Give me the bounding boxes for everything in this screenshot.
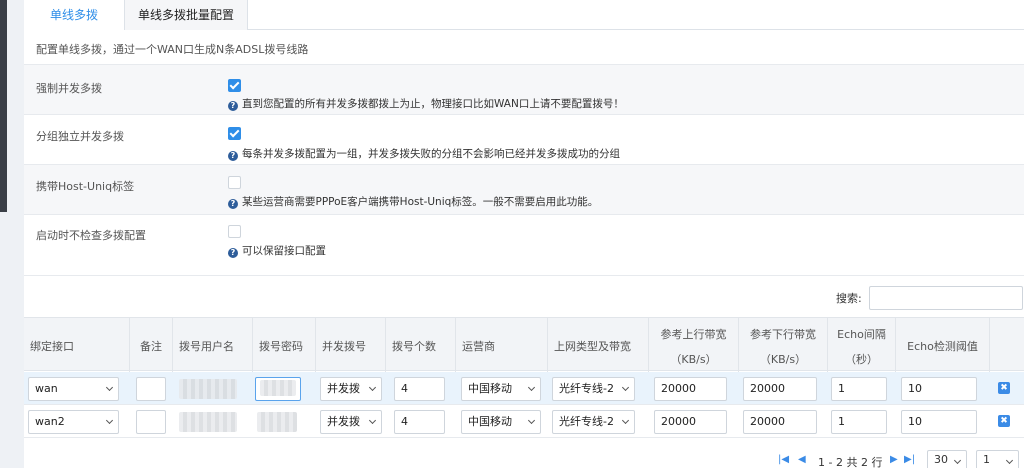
iface-select[interactable]: wan2 (28, 410, 119, 434)
search-label: 搜索: (836, 292, 862, 305)
setting-skip-check: 启动时不检查多拨配置 ? 可以保留接口配置 (24, 215, 1024, 275)
col-note: 备注 (130, 318, 173, 372)
note-input[interactable] (136, 377, 166, 401)
col-down-bandwidth: 参考下行带宽 （KB/s） (739, 318, 828, 372)
setting-host-uniq: 携带Host-Uniq标签 ? 某些运营商需要PPPoE客户端携带Host-Uni… (24, 165, 1024, 214)
table-row: wan 并发拨 4 中国移动 光纤专线-2 20000 20000 1 10 ✖ (24, 372, 1024, 405)
skip-check-checkbox[interactable] (228, 225, 241, 238)
col-linetype: 上网类型及带宽 (548, 318, 649, 372)
echo-interval-input[interactable]: 1 (831, 410, 887, 434)
table-row: wan2 并发拨 4 中国移动 光纤专线-2 20000 20000 1 10 … (24, 405, 1024, 438)
setting-hint: ? 可以保留接口配置 (228, 243, 326, 258)
tab-single-multidial[interactable]: 单线多拨 (24, 0, 124, 30)
group-independent-checkbox[interactable] (228, 127, 241, 140)
down-bandwidth-input[interactable]: 20000 (743, 377, 817, 401)
help-icon: ? (228, 248, 238, 258)
left-sidebar-edge (0, 0, 7, 212)
setting-label: 启动时不检查多拨配置 (36, 229, 146, 242)
last-page-icon[interactable]: ▶| (904, 454, 915, 465)
username-masked[interactable] (179, 379, 237, 399)
col-pass: 拨号密码 (253, 318, 316, 372)
pagination: |◀ ◀ 1 - 2 共 2 行 ▶ ▶| 30 1 (24, 450, 1024, 468)
page-description: 配置单线多拨，通过一个WAN口生成N条ADSL拨号线路 (36, 43, 309, 56)
linetype-select[interactable]: 光纤专线-2 (552, 377, 635, 401)
concurrent-select[interactable]: 并发拨 (320, 377, 382, 401)
page-size-select[interactable]: 30 (927, 450, 967, 468)
tab-bar: 单线多拨 单线多拨批量配置 (24, 0, 1024, 30)
search-input[interactable] (869, 286, 1023, 310)
setting-label: 分组独立并发多拨 (36, 130, 124, 143)
concurrent-select[interactable]: 并发拨 (320, 410, 382, 434)
config-panel: 单线多拨 单线多拨批量配置 配置单线多拨，通过一个WAN口生成N条ADSL拨号线… (24, 0, 1024, 468)
up-bandwidth-input[interactable]: 20000 (654, 377, 727, 401)
divider (24, 275, 1024, 276)
setting-hint: ? 每条并发多拨配置为一组，并发多拨失败的分组不会影响已经并发多拨成功的分组 (228, 146, 620, 161)
count-input[interactable]: 4 (394, 377, 445, 401)
page-select[interactable]: 1 (976, 450, 1019, 468)
col-echo-threshold: Echo检测阈值 (896, 318, 990, 372)
echo-interval-input[interactable]: 1 (831, 377, 887, 401)
next-page-icon[interactable]: ▶ (890, 454, 898, 465)
up-bandwidth-input[interactable]: 20000 (654, 410, 727, 434)
isp-select[interactable]: 中国移动 (461, 377, 541, 401)
delete-row-icon[interactable]: ✖ (998, 415, 1010, 427)
setting-label: 强制并发多拨 (36, 82, 102, 95)
setting-hint: ? 某些运营商需要PPPoE客户端携带Host-Uniq标签。一般不需要启用此功能… (228, 194, 598, 209)
col-concurrent: 并发拨号 (316, 318, 386, 372)
host-uniq-checkbox[interactable] (228, 176, 241, 189)
first-page-icon[interactable]: |◀ (778, 454, 789, 465)
setting-label: 携带Host-Uniq标签 (36, 180, 135, 193)
isp-select[interactable]: 中国移动 (461, 410, 541, 434)
tab-batch-config[interactable]: 单线多拨批量配置 (124, 0, 248, 30)
setting-force-concurrent: 强制并发多拨 ? 直到您配置的所有并发多拨都拨上为止，物理接口比如WAN口上请不要… (24, 65, 1024, 114)
col-iface: 绑定接口 (24, 318, 130, 372)
col-actions (990, 318, 1024, 372)
password-input[interactable] (255, 377, 301, 401)
iface-select[interactable]: wan (28, 377, 119, 401)
password-masked[interactable] (257, 412, 297, 432)
setting-hint: ? 直到您配置的所有并发多拨都拨上为止，物理接口比如WAN口上请不要配置拨号！ (228, 96, 624, 111)
echo-threshold-input[interactable]: 10 (901, 410, 977, 434)
col-user: 拨号用户名 (173, 318, 253, 372)
page-info: 1 - 2 共 2 行 (818, 456, 883, 468)
echo-threshold-input[interactable]: 10 (901, 377, 977, 401)
help-icon: ? (228, 151, 238, 161)
col-isp: 运营商 (456, 318, 548, 372)
setting-group-independent: 分组独立并发多拨 ? 每条并发多拨配置为一组，并发多拨失败的分组不会影响已经并发多… (24, 115, 1024, 164)
linetype-select[interactable]: 光纤专线-2 (552, 410, 635, 434)
down-bandwidth-input[interactable]: 20000 (743, 410, 817, 434)
help-icon: ? (228, 199, 238, 209)
table-header: 绑定接口 备注 拨号用户名 拨号密码 并发拨号 拨号个数 运营商 上网类型及带宽… (24, 317, 1024, 372)
col-up-bandwidth: 参考上行带宽 （KB/s） (649, 318, 739, 372)
col-echo-interval: Echo间隔 （秒） (828, 318, 896, 372)
force-concurrent-checkbox[interactable] (228, 79, 241, 92)
count-input[interactable]: 4 (394, 410, 445, 434)
delete-row-icon[interactable]: ✖ (998, 382, 1010, 394)
prev-page-icon[interactable]: ◀ (798, 454, 806, 465)
username-masked[interactable] (179, 412, 237, 432)
note-input[interactable] (136, 410, 166, 434)
col-count: 拨号个数 (386, 318, 456, 372)
help-icon: ? (228, 101, 238, 111)
